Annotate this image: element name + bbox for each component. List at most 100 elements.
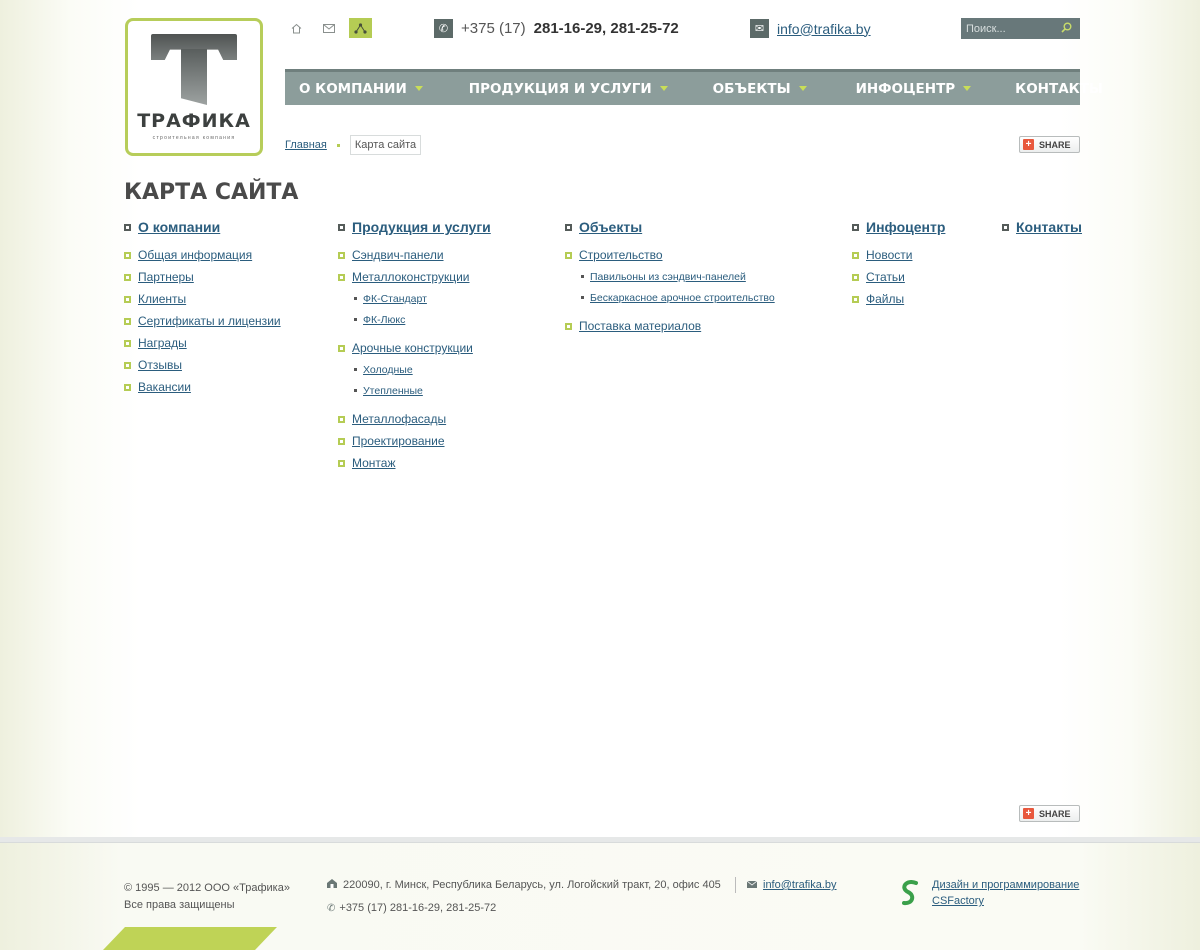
rights-text: Все права защищены [124,899,235,911]
nav-label: ПРОДУКЦИЯ И УСЛУГИ [468,80,652,97]
sitemap-section-link[interactable]: Объекты [579,219,642,235]
breadcrumb-separator [336,143,340,147]
sitemap-link[interactable]: Клиенты [138,292,186,306]
sitemap-column-about: О компании Общая информация Партнеры Кли… [124,219,281,398]
sitemap-sublink[interactable]: ФК-Люкс [363,314,405,326]
sitemap-sublink[interactable]: Павильоны из сэндвич-панелей [590,271,746,283]
credit-link[interactable]: Дизайн и программирование [932,879,1079,891]
plus-icon: + [1023,808,1034,819]
phone-prefix: +375 (17) [461,20,526,37]
sitemap-item: Строительство [565,244,775,266]
breadcrumb: Главная Карта сайта [285,135,422,155]
sitemap-column-objects: Объекты Строительство Павильоны из сэндв… [565,219,775,337]
share-button[interactable]: + SHARE [1019,136,1080,153]
sitemap-link[interactable]: Арочные конструкции [352,341,473,355]
share-label: SHARE [1039,808,1071,819]
phone-icon: ✆ [434,19,453,38]
sitemap-section-heading: Объекты [565,219,775,235]
footer-accent-stripe [103,927,277,950]
sitemap-link[interactable]: Проектирование [352,434,445,448]
sitemap-link[interactable]: Партнеры [138,270,194,284]
sitemap-section-link[interactable]: Продукция и услуги [352,219,491,235]
mail-icon[interactable] [317,18,340,38]
csfactory-link[interactable]: CSFactory [932,895,984,907]
bullet-icon [124,361,131,369]
bullet-icon [565,223,572,231]
bullet-icon [354,389,357,392]
bullet-icon [354,368,357,371]
nav-item-objects[interactable]: ОБЪЕКТЫ [699,72,821,105]
footer-email: info@trafika.by [735,877,837,893]
sitemap-item: Сертификаты и лицензии [124,310,281,332]
dropdown-arrow-icon [414,86,423,91]
sitemap-item: Вакансии [124,376,281,398]
share-button-bottom[interactable]: + SHARE [1019,805,1080,822]
nav-item-infocenter[interactable]: ИНФОЦЕНТР [842,72,986,105]
bullet-icon [852,251,859,259]
phone-icon: ✆ [327,902,336,914]
sitemap-column-contacts: Контакты [1002,219,1082,244]
search-icon[interactable] [1056,22,1076,36]
bullet-icon [124,273,131,281]
sitemap-item: Поставка материалов [565,315,775,337]
bullet-icon [124,223,131,231]
logo[interactable]: ТРАФИКА строительная компания [125,18,263,156]
logo-name: ТРАФИКА [137,110,251,132]
bullet-icon [852,223,859,231]
nav-item-contacts[interactable]: КОНТАКТЫ [1001,72,1117,105]
bullet-icon [338,344,345,352]
bullet-icon [124,317,131,325]
home-icon[interactable] [285,18,308,38]
sitemap-link[interactable]: Файлы [866,292,904,306]
sitemap-link[interactable]: Сертификаты и лицензии [138,314,281,328]
sitemap-link[interactable]: Металлоконструкции [352,270,470,284]
csfactory-logo-icon[interactable] [900,880,922,906]
search-input[interactable] [961,22,1056,35]
envelope-icon [746,880,758,891]
sitemap-link[interactable]: Общая информация [138,248,252,262]
sitemap-link[interactable]: Вакансии [138,380,191,394]
footer-email-link[interactable]: info@trafika.by [763,879,837,891]
sitemap-section-heading: О компании [124,219,281,235]
sitemap-item: Награды [124,332,281,354]
sitemap-sublink[interactable]: Холодные [363,364,413,376]
header-email-link[interactable]: info@trafika.by [777,21,871,37]
sitemap-link[interactable]: Новости [866,248,912,262]
nav-item-products[interactable]: ПРОДУКЦИЯ И УСЛУГИ [455,72,682,105]
footer-copyright: © 1995 — 2012 ООО «Трафика» Все права за… [124,880,290,914]
sitemap-sublink[interactable]: ФК-Стандарт [363,293,427,305]
sitemap-link[interactable]: Сэндвич-панели [352,248,444,262]
sitemap-link[interactable]: Поставка материалов [579,319,701,333]
sitemap-item: Новости [852,244,945,266]
sitemap-link[interactable]: Металлофасады [352,412,446,426]
sitemap-icon[interactable] [349,18,372,38]
footer-credit: Дизайн и программирование CSFactory [900,877,1079,909]
sitemap-link[interactable]: Отзывы [138,358,182,372]
bullet-icon [565,251,572,259]
sitemap-sublink[interactable]: Бескаркасное арочное строительство [590,292,775,304]
bullet-icon [852,295,859,303]
sitemap-section-link[interactable]: О компании [138,219,220,235]
sitemap-subitem: Павильоны из сэндвич-панелей [565,266,775,287]
sitemap-link[interactable]: Монтаж [352,456,396,470]
bullet-icon [1002,223,1009,231]
nav-label: КОНТАКТЫ [1015,80,1103,97]
bullet-icon [124,251,131,259]
sitemap-section-heading: Контакты [1002,219,1082,235]
bullet-icon [338,459,345,467]
sitemap-link[interactable]: Награды [138,336,187,350]
main-nav: О КОМПАНИИ ПРОДУКЦИЯ И УСЛУГИ ОБЪЕКТЫ ИН… [285,69,1103,105]
dropdown-arrow-icon [798,86,807,91]
sitemap-section-link[interactable]: Инфоцентр [866,219,945,235]
sitemap-sublink[interactable]: Утепленные [363,385,423,397]
sitemap-link[interactable]: Строительство [579,248,663,262]
sitemap-link[interactable]: Статьи [866,270,905,284]
bullet-icon [338,251,345,259]
bullet-icon [852,273,859,281]
sitemap-section-link[interactable]: Контакты [1016,219,1082,235]
bullet-icon [338,273,345,281]
breadcrumb-home[interactable]: Главная [285,139,327,151]
nav-item-about[interactable]: О КОМПАНИИ [285,72,437,105]
nav-label: О КОМПАНИИ [299,80,407,97]
top-icons [285,18,372,38]
